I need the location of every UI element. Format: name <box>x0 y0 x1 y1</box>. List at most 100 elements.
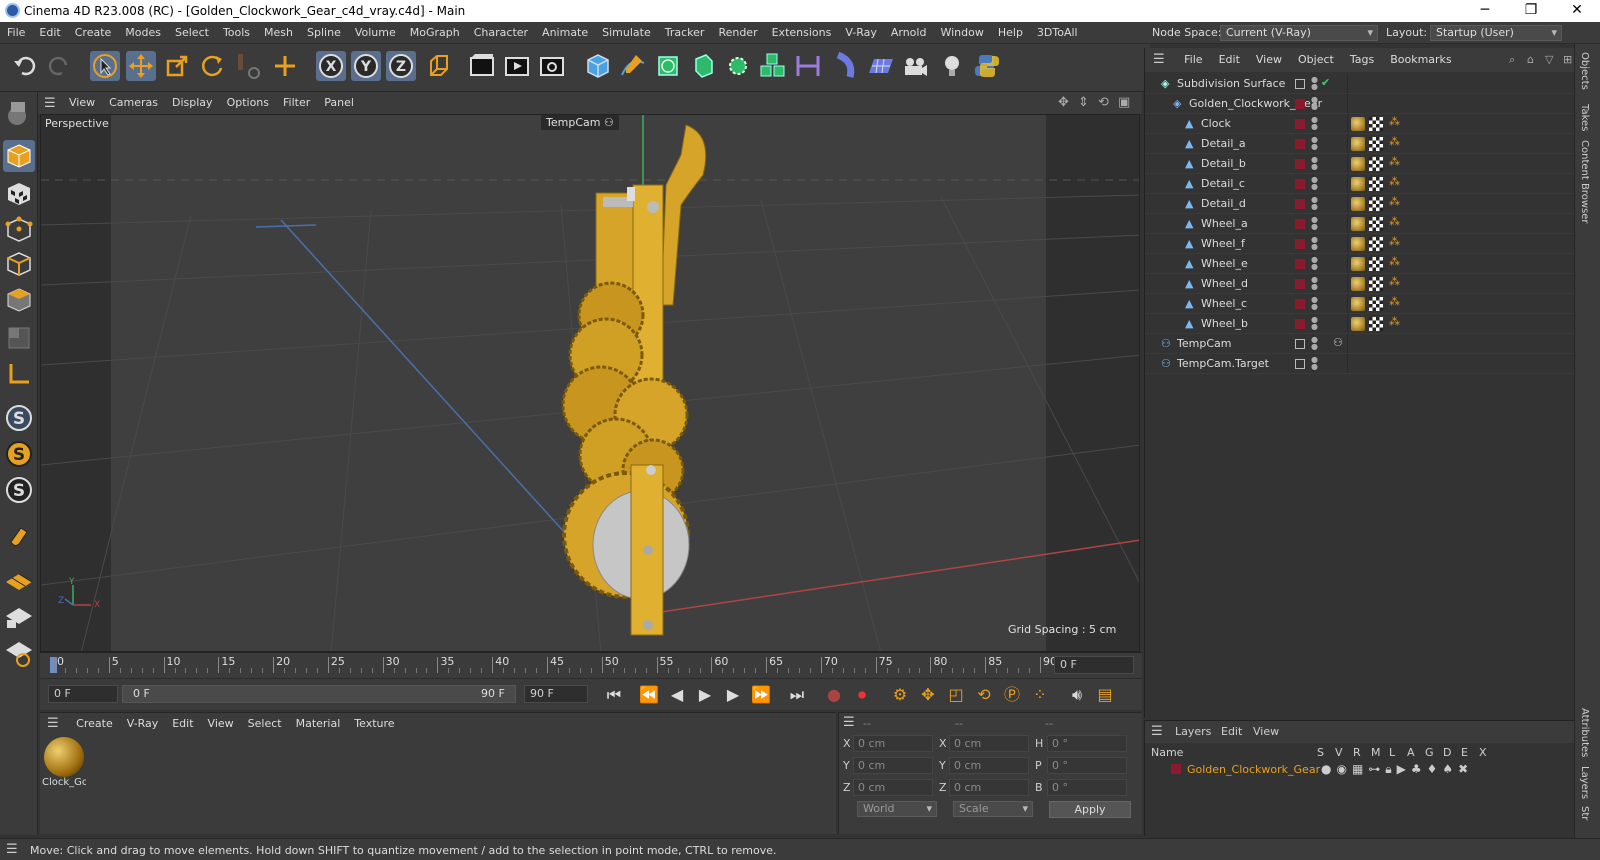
tab-layers[interactable]: Layers <box>1579 766 1590 799</box>
layer-color-swatch[interactable] <box>1295 119 1305 129</box>
timeline-ruler[interactable]: 0 5 10 15 20 25 30 35 40 45 50 55 60 65 70 75 80 85 90 0 F <box>40 652 1142 678</box>
move-tool-icon[interactable] <box>126 51 156 81</box>
layer-flag-header[interactable]: X <box>1479 746 1487 759</box>
restore-button[interactable]: ❐ <box>1508 0 1554 22</box>
phong-tag-icon[interactable]: ⁂ <box>1389 155 1400 168</box>
coord-rot-h-field[interactable]: 0 ° <box>1047 735 1127 752</box>
floor-environment-icon[interactable] <box>830 51 860 81</box>
visibility-dots-icon[interactable]: ● ● <box>1311 136 1318 151</box>
objects-menu-view[interactable]: View <box>1248 48 1290 72</box>
layer-toggle-icons[interactable]: ●◉▦⊶🔒︎▶♣♦♠✖ <box>1321 762 1473 777</box>
coord-rot-b-field[interactable]: 0 ° <box>1047 779 1127 796</box>
coord-hamburger-icon[interactable]: ☰ <box>843 715 855 730</box>
material-tag-icon[interactable] <box>1351 137 1365 151</box>
floor-grid-icon[interactable] <box>866 51 896 81</box>
key-position-icon[interactable]: ✥ <box>916 684 940 706</box>
objects-menu-edit[interactable]: Edit <box>1211 48 1248 72</box>
x-axis-lock-icon[interactable]: X <box>316 51 346 81</box>
layer-flag-header[interactable]: G <box>1425 746 1434 759</box>
recent-tools-icon[interactable] <box>234 51 264 81</box>
magnet-icon[interactable] <box>3 520 35 552</box>
coord-apply-button[interactable]: Apply <box>1049 801 1131 818</box>
menu-select[interactable]: Select <box>168 22 216 44</box>
objects-menu-tags[interactable]: Tags <box>1342 48 1382 72</box>
layer-color-swatch[interactable] <box>1295 179 1305 189</box>
make-editable-icon[interactable] <box>3 98 35 130</box>
layers-hamburger-icon[interactable]: ☰ <box>1151 724 1163 739</box>
key-scale-icon[interactable]: ◰ <box>944 684 968 706</box>
material-tag-icon[interactable] <box>1351 197 1365 211</box>
render-view-icon[interactable] <box>467 51 497 81</box>
object-row[interactable]: ⚇ TempCam.Target ● ● <box>1145 354 1575 374</box>
layers-menu-edit[interactable]: Edit <box>1221 725 1242 738</box>
material-tag-icon[interactable] <box>1351 177 1365 191</box>
menu-volume[interactable]: Volume <box>348 22 403 44</box>
viewport-menu-filter[interactable]: Filter <box>276 92 317 114</box>
visibility-dots-icon[interactable]: ● ● <box>1311 336 1318 351</box>
phong-tag-icon[interactable]: ⁂ <box>1389 215 1400 228</box>
visibility-dots-icon[interactable]: ● ● <box>1311 316 1318 331</box>
menu-help[interactable]: Help <box>991 22 1030 44</box>
coordinate-system-icon[interactable] <box>423 51 453 81</box>
phong-tag-icon[interactable]: ⁂ <box>1389 115 1400 128</box>
layer-row[interactable]: Golden_Clockwork_Gear ●◉▦⊶🔒︎▶♣♦♠✖ <box>1145 761 1575 779</box>
menu-simulate[interactable]: Simulate <box>595 22 658 44</box>
target-tag-icon[interactable]: ⚇ <box>1333 336 1343 349</box>
previous-frame-icon[interactable]: ◀ <box>665 684 689 706</box>
menu-render[interactable]: Render <box>711 22 764 44</box>
material-tag-icon[interactable] <box>1351 317 1365 331</box>
model-mode-icon[interactable] <box>3 140 35 172</box>
layer-flag-header[interactable]: M <box>1371 746 1381 759</box>
layout-select[interactable]: Startup (User) <box>1430 25 1562 41</box>
material-tag-icon[interactable] <box>1351 297 1365 311</box>
polygons-mode-icon[interactable] <box>3 284 35 316</box>
render-settings-icon[interactable] <box>537 51 567 81</box>
viewport-maximize-icon[interactable]: ▣ <box>1118 95 1130 110</box>
object-row[interactable]: ⚇ TempCam ● ● ⚇ <box>1145 334 1575 354</box>
keyframe-selection-icon[interactable]: ⚙ <box>888 684 912 706</box>
viewport-rotate-icon[interactable]: ⟲ <box>1098 95 1109 110</box>
edit-toggle-icon[interactable] <box>1295 339 1305 349</box>
timeline-window-icon[interactable]: ▤ <box>1093 684 1117 706</box>
tab-objects[interactable]: Objects <box>1579 52 1590 90</box>
object-row[interactable]: ▲ Wheel_e ● ● ⁂ <box>1145 254 1575 274</box>
soft-selection-icon[interactable]: S <box>3 438 35 470</box>
viewport-menu-display[interactable]: Display <box>165 92 220 114</box>
visibility-dots-icon[interactable]: ● ● <box>1311 176 1318 191</box>
menu-tracker[interactable]: Tracker <box>658 22 712 44</box>
menu-animate[interactable]: Animate <box>535 22 595 44</box>
material-menu-view[interactable]: View <box>201 713 241 735</box>
render-picture-viewer-icon[interactable] <box>502 51 532 81</box>
coord-rot-p-field[interactable]: 0 ° <box>1047 757 1127 774</box>
menu-3dtoall[interactable]: 3DToAll <box>1030 22 1085 44</box>
sound-icon[interactable]: 🔊︎ <box>1065 684 1089 706</box>
layer-color-swatch[interactable] <box>1171 764 1181 774</box>
layer-color-swatch[interactable] <box>1295 199 1305 209</box>
object-row[interactable]: ◈ Golden_Clockwork_Gear ● ● <box>1145 94 1575 114</box>
material-menu-texture[interactable]: Texture <box>347 713 401 735</box>
close-button[interactable]: ✕ <box>1554 0 1600 22</box>
visibility-dots-icon[interactable]: ● ● <box>1311 96 1318 111</box>
minimize-button[interactable]: ─ <box>1462 0 1508 22</box>
edit-toggle-icon[interactable] <box>1295 79 1305 89</box>
extrude-object-icon[interactable] <box>688 51 718 81</box>
coord-pos-x-field[interactable]: 0 cm <box>853 735 933 752</box>
axis-mode-icon[interactable] <box>3 358 35 390</box>
start-frame-field[interactable]: 0 F <box>48 685 118 703</box>
subdivision-surface-icon[interactable] <box>653 51 683 81</box>
objects-hamburger-icon[interactable]: ☰ <box>1145 48 1173 72</box>
material-menu-vray[interactable]: V-Ray <box>120 713 166 735</box>
enabled-check-icon[interactable]: ✔ <box>1321 76 1330 89</box>
object-row[interactable]: ▲ Wheel_f ● ● ⁂ <box>1145 234 1575 254</box>
workplane-icon[interactable] <box>3 564 35 596</box>
key-pla-icon[interactable]: ⁘ <box>1028 684 1052 706</box>
next-frame-icon[interactable]: ▶ <box>721 684 745 706</box>
phong-tag-icon[interactable]: ⁂ <box>1389 235 1400 248</box>
active-camera-label[interactable]: TempCam ⚇ <box>541 115 619 130</box>
points-mode-icon[interactable] <box>3 214 35 246</box>
phong-tag-icon[interactable]: ⁂ <box>1389 255 1400 268</box>
cube-object-icon[interactable] <box>583 51 613 81</box>
record-disabled-icon[interactable]: ● <box>822 684 846 706</box>
object-row[interactable]: ▲ Wheel_c ● ● ⁂ <box>1145 294 1575 314</box>
layer-flag-header[interactable]: D <box>1443 746 1451 759</box>
